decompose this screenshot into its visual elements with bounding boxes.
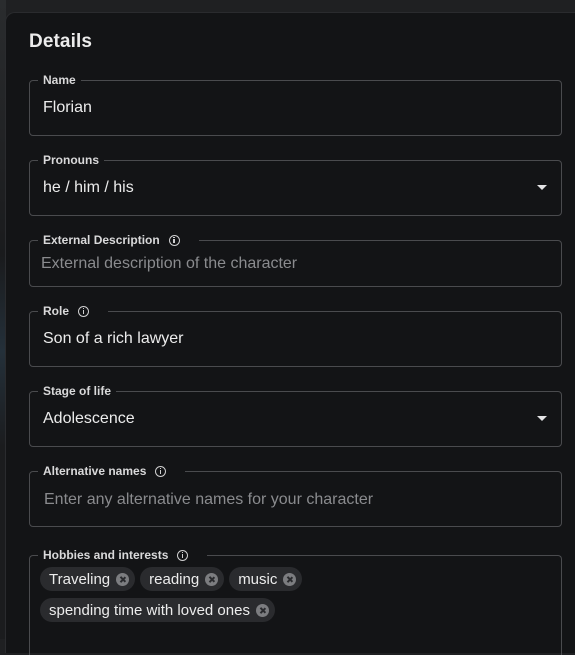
- name-field[interactable]: Name Florian: [29, 73, 562, 136]
- hobbies-label: Hobbies and interests: [43, 548, 169, 562]
- info-icon[interactable]: [168, 234, 180, 246]
- info-icon[interactable]: [177, 549, 189, 561]
- stage-of-life-value[interactable]: Adolescence: [43, 410, 135, 428]
- details-panel: Details Name Florian Pronouns he / him /…: [5, 12, 575, 655]
- hobby-chip-label: reading: [149, 570, 200, 588]
- hobby-chip[interactable]: Traveling: [40, 567, 136, 591]
- external-description-field[interactable]: External Description External descriptio…: [29, 233, 562, 287]
- hobby-chip-label: spending time with loved ones: [49, 601, 250, 619]
- pronouns-select[interactable]: Pronouns he / him / his: [29, 153, 562, 216]
- pronouns-value[interactable]: he / him / his: [43, 179, 134, 197]
- close-circle-icon[interactable]: [116, 572, 130, 586]
- role-field[interactable]: Role Son of a rich lawyer: [29, 304, 562, 367]
- hobby-chip-label: music: [238, 570, 278, 588]
- close-circle-icon[interactable]: [283, 572, 297, 586]
- info-icon[interactable]: [155, 465, 167, 477]
- hobbies-chip-list: Traveling reading music spending time wi…: [40, 567, 540, 629]
- external-description-label: External Description: [43, 233, 160, 247]
- hobby-chip[interactable]: reading: [140, 567, 225, 591]
- section-title: Details: [29, 31, 93, 52]
- hobby-chip[interactable]: music: [229, 567, 303, 591]
- stage-of-life-select[interactable]: Stage of life Adolescence: [29, 384, 562, 447]
- caret-down-icon[interactable]: [537, 416, 547, 421]
- role-label: Role: [43, 304, 70, 318]
- stage-of-life-label: Stage of life: [43, 384, 112, 398]
- hobby-chip[interactable]: spending time with loved ones: [40, 598, 275, 622]
- alternative-names-label: Alternative names: [43, 464, 147, 478]
- close-circle-icon[interactable]: [255, 603, 269, 617]
- role-value[interactable]: Son of a rich lawyer: [43, 330, 184, 348]
- caret-down-icon[interactable]: [537, 185, 547, 190]
- name-value[interactable]: Florian: [43, 99, 92, 117]
- alternative-names-placeholder[interactable]: Enter any alternative names for your cha…: [44, 491, 373, 509]
- hobby-chip-label: Traveling: [49, 570, 111, 588]
- info-icon[interactable]: [78, 305, 90, 317]
- external-description-placeholder[interactable]: External description of the character: [41, 255, 297, 273]
- hobbies-field[interactable]: Hobbies and interests Traveling reading …: [29, 548, 562, 655]
- alternative-names-field[interactable]: Alternative names Enter any alternative …: [29, 464, 562, 527]
- name-label: Name: [43, 73, 76, 87]
- close-circle-icon[interactable]: [205, 572, 219, 586]
- pronouns-label: Pronouns: [43, 153, 99, 167]
